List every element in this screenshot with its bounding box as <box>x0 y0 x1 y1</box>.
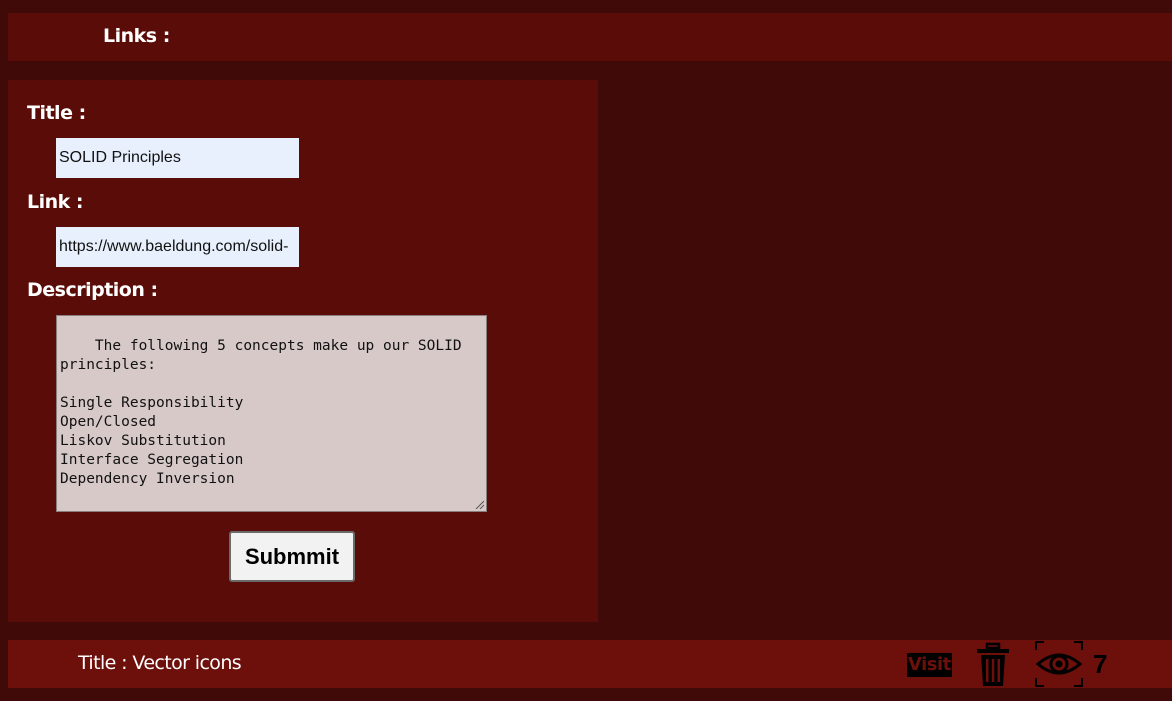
eye-icon[interactable] <box>1035 641 1083 687</box>
links-header: Links : <box>8 13 1172 61</box>
links-heading: Links : <box>103 25 170 47</box>
title-input[interactable]: SOLID Principles <box>56 138 299 178</box>
description-textarea[interactable]: The following 5 concepts make up our SOL… <box>56 315 487 512</box>
title-label: Title : <box>27 102 86 124</box>
submit-button[interactable]: Submmit <box>229 531 355 582</box>
views-count: 7 <box>1093 649 1108 679</box>
description-label: Description : <box>27 279 158 301</box>
link-list-item: Title : Vector icons Visit 7 <box>8 640 1172 688</box>
trash-icon[interactable] <box>974 641 1012 688</box>
link-input[interactable]: https://www.baeldung.com/solid- <box>56 227 299 267</box>
description-text: The following 5 concepts make up our SOL… <box>60 338 462 487</box>
visit-button[interactable]: Visit <box>907 653 952 677</box>
resize-handle-icon[interactable] <box>474 499 484 509</box>
link-item-title: Title : Vector icons <box>78 652 242 674</box>
add-link-form: Title : SOLID Principles Link : https://… <box>8 80 598 622</box>
link-label: Link : <box>27 191 84 213</box>
